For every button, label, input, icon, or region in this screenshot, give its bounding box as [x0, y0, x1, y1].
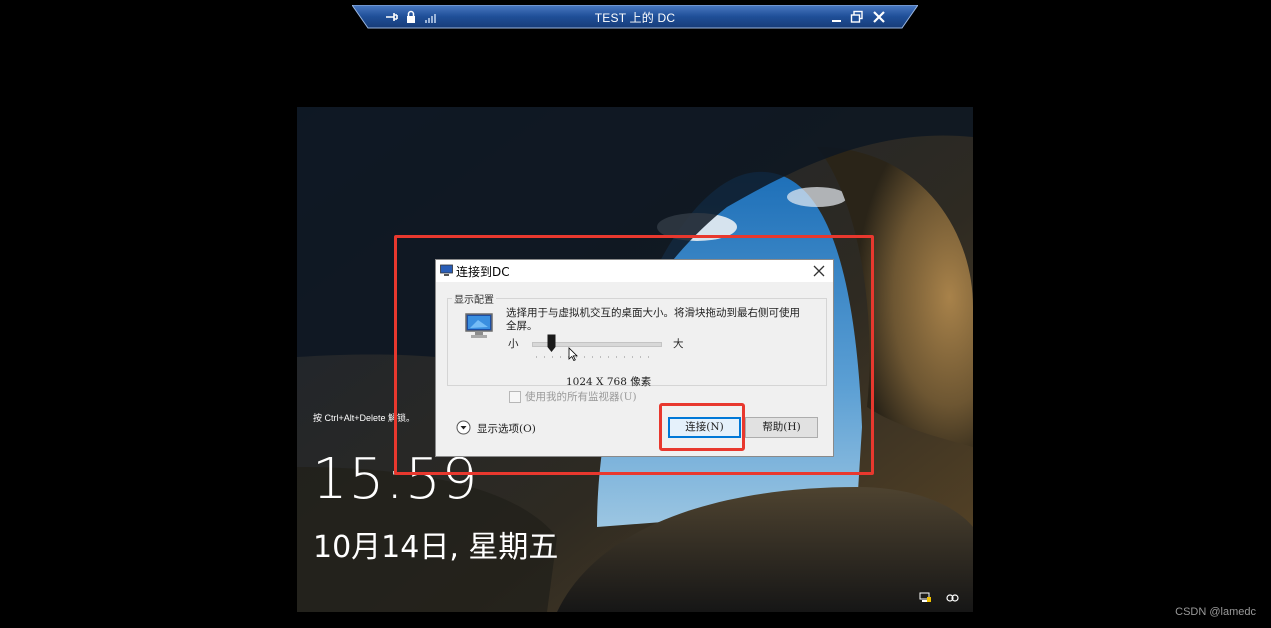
network-icon[interactable] — [919, 592, 932, 603]
lock-date: 10月14日, 星期五 — [313, 530, 559, 565]
restore-icon[interactable] — [850, 10, 864, 24]
accessibility-icon[interactable] — [946, 592, 959, 603]
watermark: CSDN @lamedc — [1175, 606, 1256, 618]
rdp-connection-bar: TEST 上的 DC — [352, 5, 918, 29]
highlight-connect-button — [659, 403, 745, 451]
close-icon[interactable] — [872, 10, 886, 24]
minimize-icon[interactable] — [830, 10, 844, 24]
highlight-dialog-box — [394, 235, 874, 475]
